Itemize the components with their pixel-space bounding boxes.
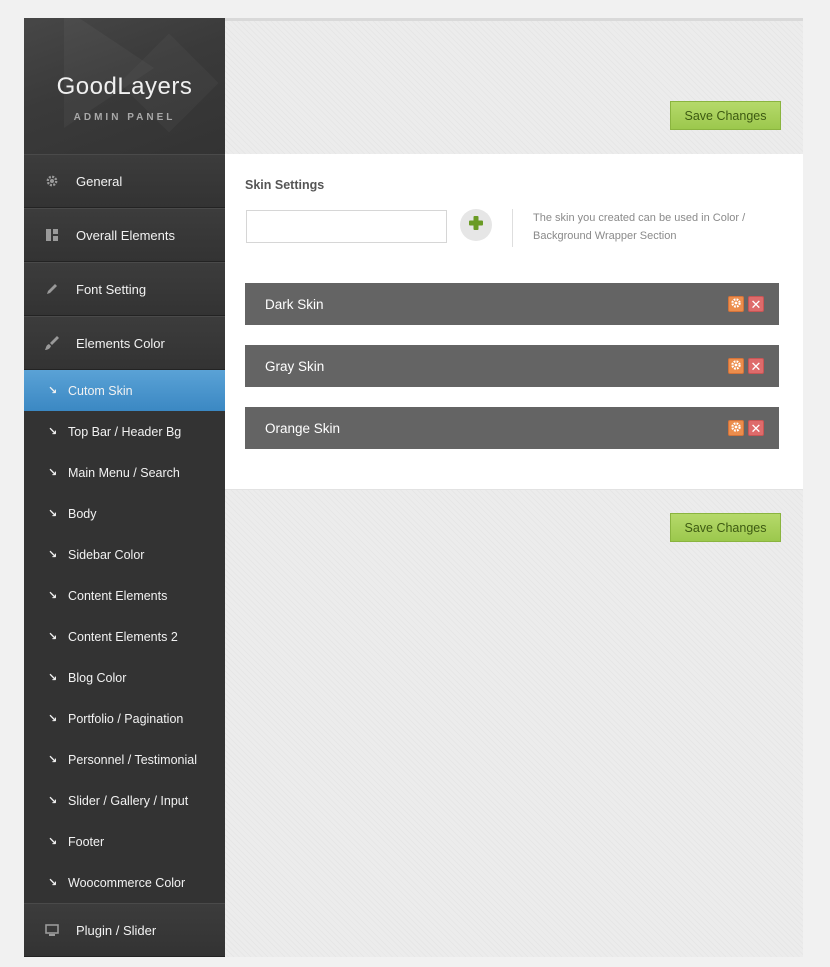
monitor-icon — [44, 922, 60, 938]
sidebar-item-elements-color[interactable]: Elements Color — [24, 316, 225, 370]
edit-skin-button[interactable] — [728, 296, 744, 312]
arrow-down-right-icon: ↘ — [48, 590, 58, 602]
edit-skin-button[interactable] — [728, 420, 744, 436]
layout-icon — [44, 227, 60, 243]
gear-icon — [730, 297, 742, 312]
section-heading: Skin Settings — [245, 178, 325, 192]
sidebar-item-overall-elements[interactable]: Overall Elements — [24, 208, 225, 262]
sidebar-subitem-label: Content Elements — [68, 588, 168, 603]
sidebar-subitem-label: Slider / Gallery / Input — [68, 793, 189, 808]
sidebar-subitem-sidebar-color[interactable]: ↘ Sidebar Color — [24, 534, 225, 575]
sidebar: GoodLayers ADMIN PANEL General Overall E… — [24, 18, 225, 957]
delete-skin-button[interactable]: ✕ — [748, 420, 764, 436]
skin-settings-section: Skin Settings The skin you created can b… — [225, 154, 803, 490]
sidebar-subitem-label: Personnel / Testimonial — [68, 752, 198, 767]
sidebar-item-label: Plugin / Slider — [76, 922, 157, 938]
skin-actions: ✕ — [728, 420, 764, 436]
arrow-down-right-icon: ↘ — [48, 754, 58, 766]
sidebar-item-label: Overall Elements — [76, 227, 175, 243]
close-icon: ✕ — [750, 358, 762, 374]
sidebar-subitem-label: Sidebar Color — [68, 547, 145, 562]
save-button-bottom[interactable]: Save Changes — [670, 513, 781, 542]
logo: GoodLayers ADMIN PANEL — [24, 18, 225, 154]
gear-icon — [730, 359, 742, 374]
skin-actions: ✕ — [728, 358, 764, 374]
sidebar-subitem-personnel-testimonial[interactable]: ↘ Personnel / Testimonial — [24, 739, 225, 780]
arrow-down-right-icon: ↘ — [48, 672, 58, 684]
sidebar-subitem-main-menu-search[interactable]: ↘ Main Menu / Search — [24, 452, 225, 493]
save-button-top[interactable]: Save Changes — [670, 101, 781, 130]
arrow-down-right-icon: ↘ — [48, 713, 58, 725]
sidebar-subitem-label: Woocommerce Color — [68, 875, 186, 890]
delete-skin-button[interactable]: ✕ — [748, 358, 764, 374]
arrow-down-right-icon: ↘ — [48, 426, 58, 438]
sidebar-subitem-blog-color[interactable]: ↘ Blog Color — [24, 657, 225, 698]
add-skin-button[interactable] — [460, 209, 492, 241]
gear-icon — [44, 173, 60, 189]
sidebar-subitem-label: Content Elements 2 — [68, 629, 178, 644]
sidebar-item-label: General — [76, 173, 123, 189]
gear-icon — [730, 421, 742, 436]
skin-row: Dark Skin ✕ — [245, 283, 779, 325]
sidebar-subitem-label: Portfolio / Pagination — [68, 711, 184, 726]
arrow-down-right-icon: ↘ — [48, 467, 58, 479]
arrow-down-right-icon: ↘ — [48, 385, 58, 397]
sidebar-subitem-label: Cutom Skin — [68, 383, 133, 398]
arrow-down-right-icon: ↘ — [48, 877, 58, 889]
sidebar-subitem-label: Top Bar / Header Bg — [68, 424, 182, 439]
sidebar-subitem-label: Body — [68, 506, 97, 521]
sidebar-subitem-woocommerce-color[interactable]: ↘ Woocommerce Color — [24, 862, 225, 903]
sidebar-subitem-content-elements-2[interactable]: ↘ Content Elements 2 — [24, 616, 225, 657]
skin-row: Orange Skin ✕ — [245, 407, 779, 449]
skin-actions: ✕ — [728, 296, 764, 312]
sidebar-item-plugin-slider[interactable]: Plugin / Slider — [24, 903, 225, 957]
sidebar-subitem-portfolio-pagination[interactable]: ↘ Portfolio / Pagination — [24, 698, 225, 739]
sidebar-item-label: Font Setting — [76, 281, 147, 297]
arrow-down-right-icon: ↘ — [48, 631, 58, 643]
skin-row: Gray Skin ✕ — [245, 345, 779, 387]
arrow-down-right-icon: ↘ — [48, 508, 58, 520]
sidebar-subitem-content-elements[interactable]: ↘ Content Elements — [24, 575, 225, 616]
sidebar-subitem-footer[interactable]: ↘ Footer — [24, 821, 225, 862]
close-icon: ✕ — [750, 296, 762, 312]
delete-skin-button[interactable]: ✕ — [748, 296, 764, 312]
sidebar-subitem-slider-gallery-input[interactable]: ↘ Slider / Gallery / Input — [24, 780, 225, 821]
sidebar-subitem-label: Blog Color — [68, 670, 127, 685]
sidebar-item-label: Elements Color — [76, 335, 165, 351]
sidebar-subitem-label: Footer — [68, 834, 105, 849]
arrow-down-right-icon: ↘ — [48, 549, 58, 561]
sidebar-item-font-setting[interactable]: Font Setting — [24, 262, 225, 316]
skin-name: Orange Skin — [265, 420, 341, 436]
skin-name-input[interactable] — [246, 210, 447, 243]
arrow-down-right-icon: ↘ — [48, 795, 58, 807]
sidebar-subitem-cutom-skin[interactable]: ↘ Cutom Skin — [24, 370, 225, 411]
sidebar-item-general[interactable]: General — [24, 154, 225, 208]
admin-panel: GoodLayers ADMIN PANEL General Overall E… — [24, 18, 803, 957]
help-text: The skin you created can be used in Colo… — [533, 212, 746, 242]
logo-title: GoodLayers — [56, 73, 193, 100]
sidebar-subitem-label: Main Menu / Search — [68, 465, 180, 480]
divider — [512, 209, 513, 247]
arrow-down-right-icon: ↘ — [48, 836, 58, 848]
logo-subtitle: ADMIN PANEL — [73, 112, 176, 123]
brush-icon — [44, 335, 60, 351]
plus-icon — [468, 215, 484, 236]
sidebar-subitem-top-bar-header-bg[interactable]: ↘ Top Bar / Header Bg — [24, 411, 225, 452]
close-icon: ✕ — [750, 420, 762, 436]
skin-name: Dark Skin — [265, 296, 324, 312]
skin-name: Gray Skin — [265, 358, 325, 374]
edit-skin-button[interactable] — [728, 358, 744, 374]
top-border — [225, 18, 803, 21]
pencil-icon — [44, 281, 60, 297]
sidebar-subitem-body[interactable]: ↘ Body — [24, 493, 225, 534]
